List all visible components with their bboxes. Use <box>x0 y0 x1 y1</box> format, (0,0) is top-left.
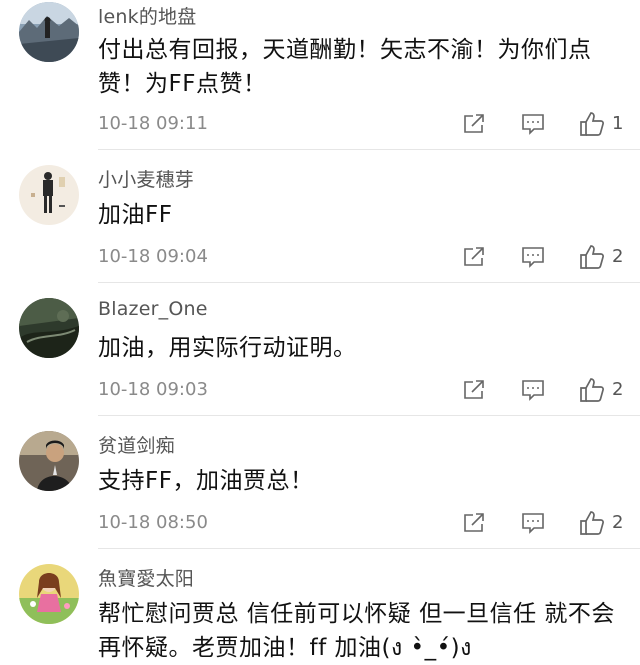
comment-text: 支持FF，加油贾总！ <box>98 468 314 494</box>
timestamp: 10-18 09:04 <box>98 246 208 267</box>
like-count: 2 <box>612 246 624 267</box>
username[interactable]: 贫道剑痴 <box>98 431 175 458</box>
like-count: 2 <box>612 379 624 400</box>
reply-icon[interactable] <box>520 244 546 270</box>
avatar[interactable] <box>19 165 79 225</box>
timestamp: 10-18 08:50 <box>98 512 208 533</box>
share-icon[interactable] <box>462 112 486 136</box>
comment-text: 付出总有回报，天道酬勤！矢志不渝！为你们点赞！为FF点赞！ <box>98 37 592 97</box>
reply-icon[interactable] <box>520 377 546 403</box>
username[interactable]: 魚寶愛太阳 <box>98 564 194 591</box>
comment-item: 小小麦穗芽 加油FF 10-18 09:04 2 <box>0 150 640 283</box>
thumbs-up-icon[interactable] <box>578 509 606 537</box>
comment-text: 加油FF <box>98 202 173 228</box>
reply-icon[interactable] <box>520 111 546 137</box>
username[interactable]: lenk的地盘 <box>98 2 196 29</box>
comment-item: lenk的地盘 付出总有回报，天道酬勤！矢志不渝！为你们点赞！为FF点赞！ 10… <box>0 0 640 150</box>
share-icon[interactable] <box>462 511 486 535</box>
share-icon[interactable] <box>462 245 486 269</box>
username[interactable]: 小小麦穗芽 <box>98 165 194 192</box>
thumbs-up-icon[interactable] <box>578 243 606 271</box>
comment-item: 魚寶愛太阳 帮忙慰问贾总 信任前可以怀疑 但一旦信任 就不会再怀疑。老贾加油！f… <box>0 549 640 661</box>
avatar[interactable] <box>19 298 79 358</box>
comment-text: 帮忙慰问贾总 信任前可以怀疑 但一旦信任 就不会再怀疑。老贾加油！ff 加油(ง… <box>98 601 615 661</box>
comment-item: 贫道剑痴 支持FF，加油贾总！ 10-18 08:50 2 <box>0 416 640 549</box>
avatar[interactable] <box>19 431 79 491</box>
share-icon[interactable] <box>462 378 486 402</box>
like-count: 2 <box>612 512 624 533</box>
timestamp: 10-18 09:03 <box>98 379 208 400</box>
reply-icon[interactable] <box>520 510 546 536</box>
username[interactable]: Blazer_One <box>98 298 208 320</box>
avatar[interactable] <box>19 564 79 624</box>
comment-text: 加油，用实际行动证明。 <box>98 335 357 361</box>
thumbs-up-icon[interactable] <box>578 376 606 404</box>
comment-item: Blazer_One 加油，用实际行动证明。 10-18 09:03 2 <box>0 283 640 416</box>
timestamp: 10-18 09:11 <box>98 113 208 134</box>
thumbs-up-icon[interactable] <box>578 110 606 138</box>
avatar[interactable] <box>19 2 79 62</box>
like-count: 1 <box>612 113 624 134</box>
